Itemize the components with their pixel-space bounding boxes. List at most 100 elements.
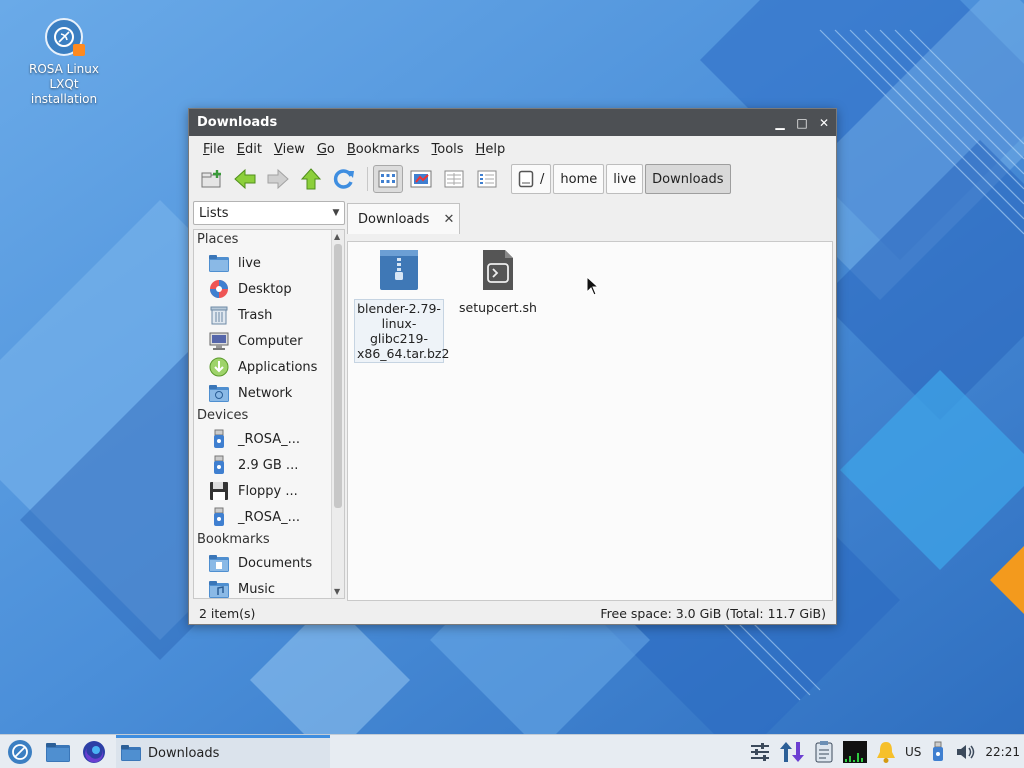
breadcrumb-live[interactable]: live	[606, 164, 644, 194]
volume-button[interactable]	[955, 735, 977, 768]
shell-script-icon	[483, 250, 513, 290]
usb-drive-icon	[933, 741, 944, 761]
menu-go[interactable]: Go	[311, 142, 341, 157]
menu-file[interactable]: File	[197, 142, 231, 157]
menubar: File Edit View Go Bookmarks Tools Help	[189, 136, 836, 162]
new-tab-icon	[201, 170, 221, 188]
clipboard-icon	[815, 740, 833, 762]
updates-button[interactable]	[779, 735, 805, 768]
close-button[interactable]: ✕	[814, 113, 834, 133]
menu-edit[interactable]: Edit	[231, 142, 268, 157]
maximize-button[interactable]: □	[792, 113, 812, 133]
arrow-right-icon	[267, 168, 289, 190]
file-manager-window: Downloads ▁ □ ✕ File Edit View Go Bookma…	[188, 108, 837, 625]
compact-view-button[interactable]	[439, 165, 469, 193]
device-floppy[interactable]: Floppy ...	[194, 478, 344, 504]
computer-icon	[209, 332, 229, 350]
file-name: blender-2.79- linux-glibc219- x86_64.tar…	[354, 299, 449, 363]
menu-bookmarks[interactable]: Bookmarks	[341, 142, 426, 157]
menu-help[interactable]: Help	[470, 142, 512, 157]
mouse-cursor-icon	[586, 276, 600, 296]
arrow-up-icon	[300, 168, 322, 190]
menu-tools[interactable]: Tools	[426, 142, 470, 157]
place-desktop[interactable]: Desktop	[194, 276, 344, 302]
drive-icon	[518, 170, 534, 188]
documents-folder-icon	[209, 555, 229, 572]
up-down-arrows-icon	[780, 741, 804, 762]
bookmark-music[interactable]: Music	[194, 576, 344, 598]
rosa-menu-icon	[8, 739, 32, 764]
place-live[interactable]: live	[194, 250, 344, 276]
free-space-info: Free space: 3.0 GiB (Total: 11.7 GiB)	[600, 605, 826, 621]
desktop-icon-rosa-installation[interactable]: ROSA Linux LXQt installation	[20, 18, 108, 107]
thumbnail-view-button[interactable]	[406, 165, 436, 193]
status-bar: 2 item(s) Free space: 3.0 GiB (Total: 11…	[189, 601, 836, 625]
side-pane-scrollbar[interactable]: ▲ ▼	[331, 230, 344, 598]
device-rosa-1[interactable]: _ROSA_...	[194, 426, 344, 452]
chevron-down-icon: ▼	[332, 208, 340, 218]
back-button[interactable]	[230, 165, 260, 193]
detailed-list-view-button[interactable]	[472, 165, 502, 193]
keyboard-layout[interactable]: US	[905, 735, 921, 768]
breadcrumb: / home live Downloads	[511, 164, 733, 194]
place-trash[interactable]: Trash	[194, 302, 344, 328]
desktop-icon-label-line2: LXQt	[49, 77, 79, 91]
tab-bar: Downloads ✕	[347, 203, 833, 234]
applications-icon	[209, 357, 229, 377]
icon-view-button[interactable]	[373, 165, 403, 193]
folder-icon	[121, 745, 141, 761]
place-network[interactable]: Network	[194, 380, 344, 406]
file-manager-launcher[interactable]	[40, 735, 76, 768]
scroll-down-icon[interactable]: ▼	[334, 587, 340, 596]
detailed-list-icon	[477, 170, 497, 188]
file-item-setupcert[interactable]: setupcert.sh	[453, 248, 543, 316]
side-pane-mode-select[interactable]: Lists ▼	[193, 201, 345, 225]
close-tab-icon[interactable]: ✕	[439, 212, 459, 227]
device-rosa-2[interactable]: _ROSA_...	[194, 504, 344, 530]
mixer-button[interactable]	[749, 735, 771, 768]
breadcrumb-home[interactable]: home	[553, 164, 605, 194]
home-folder-icon	[209, 255, 229, 272]
tab-downloads[interactable]: Downloads ✕	[347, 203, 460, 234]
floppy-icon	[210, 482, 228, 500]
notifications-button[interactable]	[875, 735, 897, 768]
places-tree: Places live Desktop Trash Computer Appli…	[193, 229, 345, 599]
browser-launcher[interactable]	[76, 735, 112, 768]
file-item-blender[interactable]: blender-2.79- linux-glibc219- x86_64.tar…	[354, 248, 449, 363]
scrollbar-thumb[interactable]	[334, 244, 342, 508]
minimize-button[interactable]: ▁	[770, 113, 790, 133]
music-folder-icon	[209, 581, 229, 598]
speaker-icon	[957, 744, 975, 759]
reload-button[interactable]	[329, 165, 359, 193]
desktop-icon-label-line3: installation	[30, 92, 98, 106]
clock[interactable]: 22:21	[985, 735, 1020, 768]
main-menu-button[interactable]	[0, 735, 40, 768]
side-pane: Lists ▼ Places live Desktop Trash Comput…	[193, 201, 345, 602]
scroll-up-icon[interactable]: ▲	[334, 232, 340, 241]
taskbar: Downloads US 22:21	[0, 734, 1024, 768]
section-places: Places	[197, 232, 239, 247]
window-titlebar[interactable]: Downloads ▁ □ ✕	[189, 109, 836, 136]
task-downloads[interactable]: Downloads	[116, 734, 330, 768]
removable-media-button[interactable]	[929, 735, 947, 768]
window-title: Downloads	[197, 115, 278, 130]
place-applications[interactable]: Applications	[194, 354, 344, 380]
up-button[interactable]	[296, 165, 326, 193]
archive-icon	[380, 250, 418, 290]
trash-icon	[210, 306, 228, 325]
arrow-left-icon	[234, 168, 256, 190]
place-computer[interactable]: Computer	[194, 328, 344, 354]
section-devices: Devices	[197, 408, 249, 423]
breadcrumb-downloads[interactable]: Downloads	[645, 164, 731, 194]
compact-view-icon	[444, 170, 464, 188]
menu-view[interactable]: View	[268, 142, 311, 157]
firefox-icon	[83, 740, 105, 763]
device-2-9gb[interactable]: 2.9 GB ...	[194, 452, 344, 478]
cpu-monitor[interactable]	[843, 735, 867, 768]
breadcrumb-root[interactable]: /	[511, 164, 552, 194]
forward-button[interactable]	[263, 165, 293, 193]
new-tab-button[interactable]	[197, 165, 227, 193]
rosa-logo-icon	[45, 18, 85, 56]
clipboard-button[interactable]	[813, 735, 835, 768]
bookmark-documents[interactable]: Documents	[194, 550, 344, 576]
